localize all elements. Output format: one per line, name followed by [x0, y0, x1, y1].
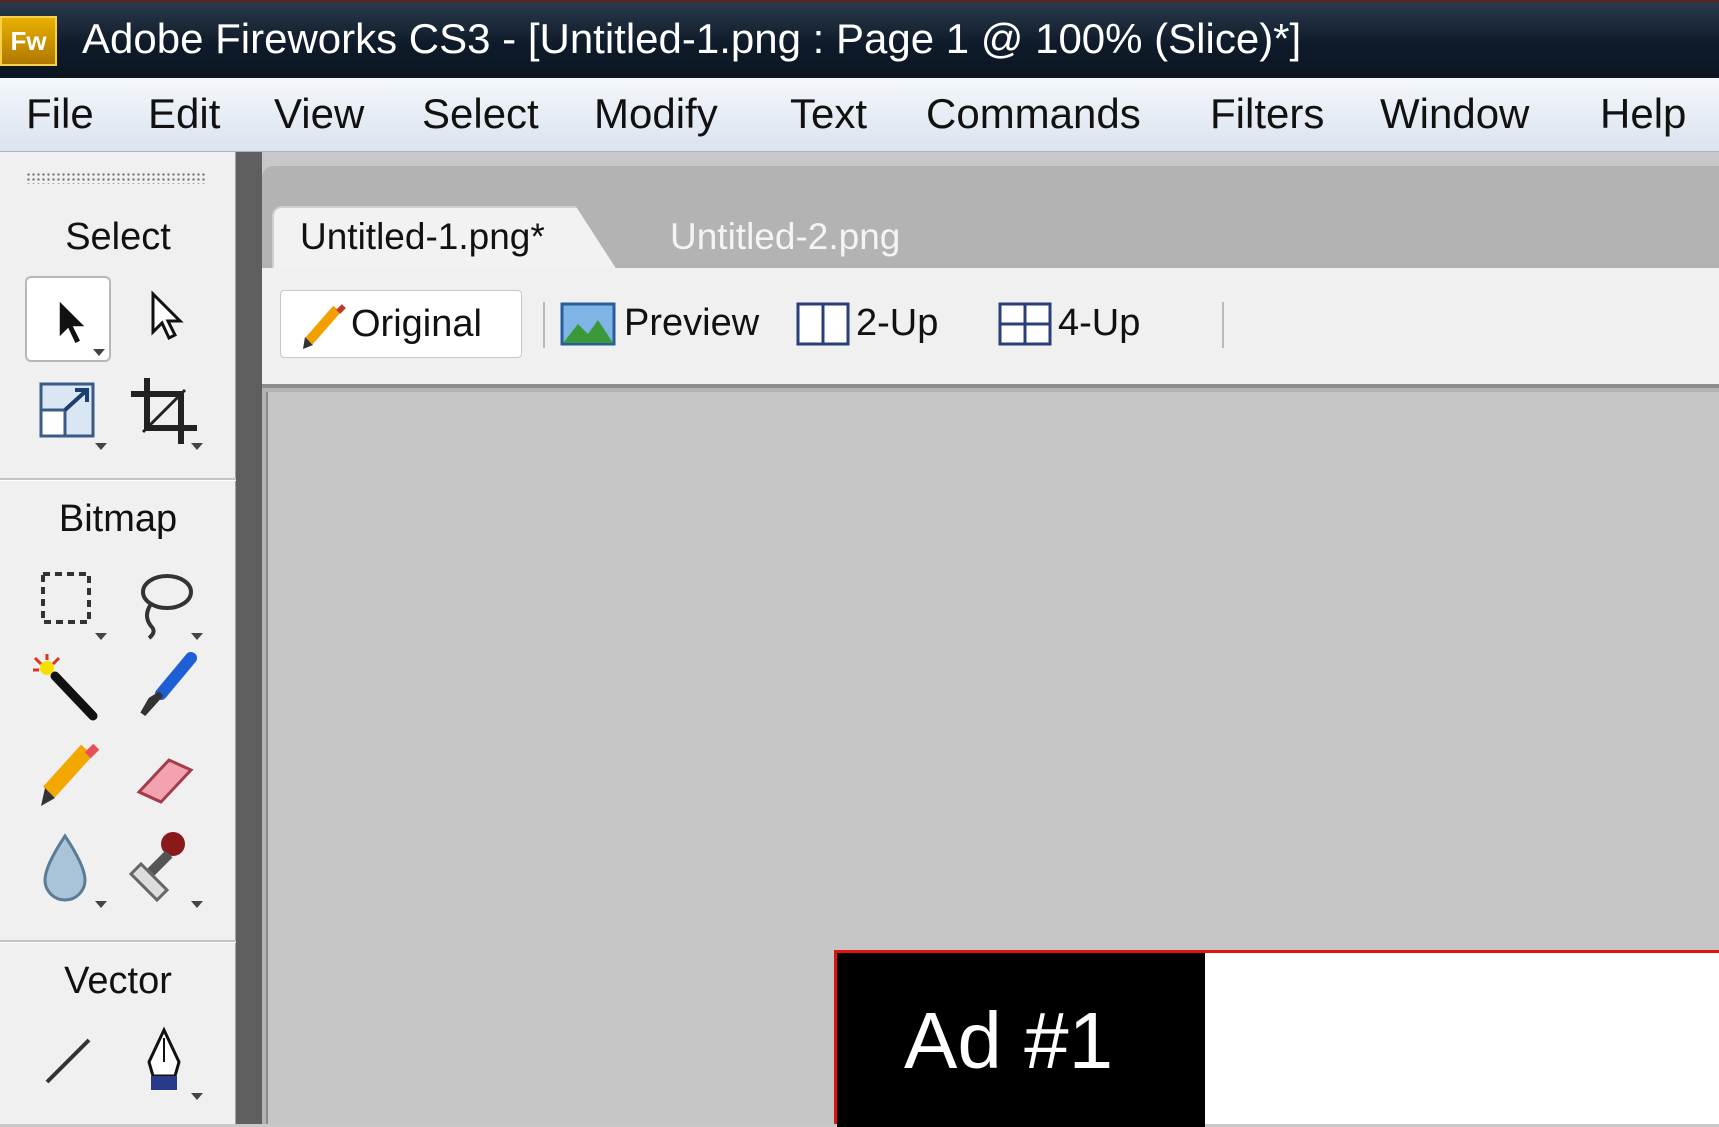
toolbar-separator: [543, 302, 545, 348]
eraser-icon: [136, 758, 194, 804]
flyout-arrow-icon: [95, 633, 107, 640]
view-4up-label: 4-Up: [1058, 302, 1141, 344]
tools-panel: Select Bitmap Vector: [0, 152, 236, 1124]
marquee-tool[interactable]: [25, 558, 111, 644]
flyout-arrow-icon: [93, 349, 105, 356]
section-label-select: Select: [65, 216, 171, 258]
view-original-button[interactable]: Original: [280, 290, 522, 358]
pencil-tool[interactable]: [25, 736, 111, 822]
section-label-bitmap: Bitmap: [58, 498, 178, 540]
artboard-slice[interactable]: Ad #1: [834, 950, 1719, 1127]
menu-modify[interactable]: Modify: [594, 90, 718, 138]
menu-edit[interactable]: Edit: [148, 90, 220, 138]
view-4up-button[interactable]: 4-Up: [994, 290, 1164, 358]
menu-select[interactable]: Select: [422, 90, 539, 138]
menu-filters[interactable]: Filters: [1210, 90, 1324, 138]
subselection-tool[interactable]: [121, 276, 207, 362]
pencil-icon: [41, 743, 100, 806]
magic-wand-icon: [33, 654, 98, 721]
menu-help[interactable]: Help: [1600, 90, 1686, 138]
landscape-icon: [560, 302, 616, 346]
document-tab-bar: Untitled-1.png* Untitled-2.png: [262, 166, 1719, 270]
crop-icon: [131, 378, 197, 444]
menu-commands[interactable]: Commands: [926, 90, 1141, 138]
tab-untitled-2[interactable]: Untitled-2.png: [670, 216, 900, 258]
panel-grip[interactable]: [26, 172, 206, 184]
view-original-label: Original: [351, 303, 482, 345]
flyout-arrow-icon: [191, 443, 203, 450]
crop-tool[interactable]: [121, 368, 207, 454]
menu-view[interactable]: View: [274, 90, 364, 138]
section-label-vector: Vector: [64, 960, 172, 1002]
marquee-icon: [41, 572, 91, 624]
line-icon: [45, 1038, 91, 1084]
menu-bar: File Edit View Select Modify Text Comman…: [0, 78, 1719, 152]
flyout-arrow-icon: [95, 443, 107, 450]
ad-label: Ad #1: [904, 996, 1114, 1085]
view-2up-button[interactable]: 2-Up: [792, 290, 962, 358]
view-preview-button[interactable]: Preview: [558, 290, 768, 358]
blur-tool[interactable]: [25, 826, 111, 912]
lasso-icon: [141, 574, 193, 640]
scale-tool[interactable]: [25, 368, 111, 454]
ad-banner-block[interactable]: Ad #1: [837, 953, 1205, 1127]
brush-icon: [140, 652, 197, 717]
section-divider: [0, 478, 236, 481]
eraser-tool[interactable]: [121, 736, 207, 822]
flyout-arrow-icon: [191, 901, 203, 908]
view-mode-bar: Original Preview 2-Up 4-Up: [262, 268, 1719, 388]
flyout-arrow-icon: [191, 633, 203, 640]
brush-tool[interactable]: [121, 648, 207, 734]
two-up-icon: [796, 302, 850, 346]
panel-splitter[interactable]: [236, 152, 262, 1124]
pen-icon: [147, 1026, 181, 1090]
blur-icon: [43, 833, 87, 902]
subselection-icon: [151, 290, 184, 341]
view-preview-label: Preview: [624, 302, 760, 344]
scale-icon: [39, 382, 95, 438]
rubber-stamp-icon: [128, 832, 185, 903]
menu-file[interactable]: File: [26, 90, 94, 138]
pointer-tool[interactable]: [25, 276, 111, 362]
fireworks-app-icon[interactable]: Fw: [0, 16, 57, 66]
toolbar-separator: [1222, 302, 1224, 348]
section-divider: [0, 940, 236, 943]
flyout-arrow-icon: [191, 1093, 203, 1100]
magic-wand-tool[interactable]: [25, 648, 111, 734]
pencil-icon: [303, 304, 346, 349]
four-up-icon: [998, 302, 1052, 346]
flyout-arrow-icon: [95, 901, 107, 908]
pen-tool[interactable]: [121, 1018, 207, 1104]
title-bar: Fw Adobe Fireworks CS3 - [Untitled-1.png…: [0, 0, 1719, 78]
rubber-stamp-tool[interactable]: [121, 826, 207, 912]
lasso-tool[interactable]: [121, 558, 207, 644]
view-2up-label: 2-Up: [856, 302, 939, 344]
menu-window[interactable]: Window: [1380, 90, 1529, 138]
line-tool[interactable]: [25, 1018, 111, 1104]
tab-untitled-1-label[interactable]: Untitled-1.png*: [300, 216, 545, 258]
menu-text[interactable]: Text: [790, 90, 867, 138]
window-title: Adobe Fireworks CS3 - [Untitled-1.png : …: [82, 15, 1302, 62]
